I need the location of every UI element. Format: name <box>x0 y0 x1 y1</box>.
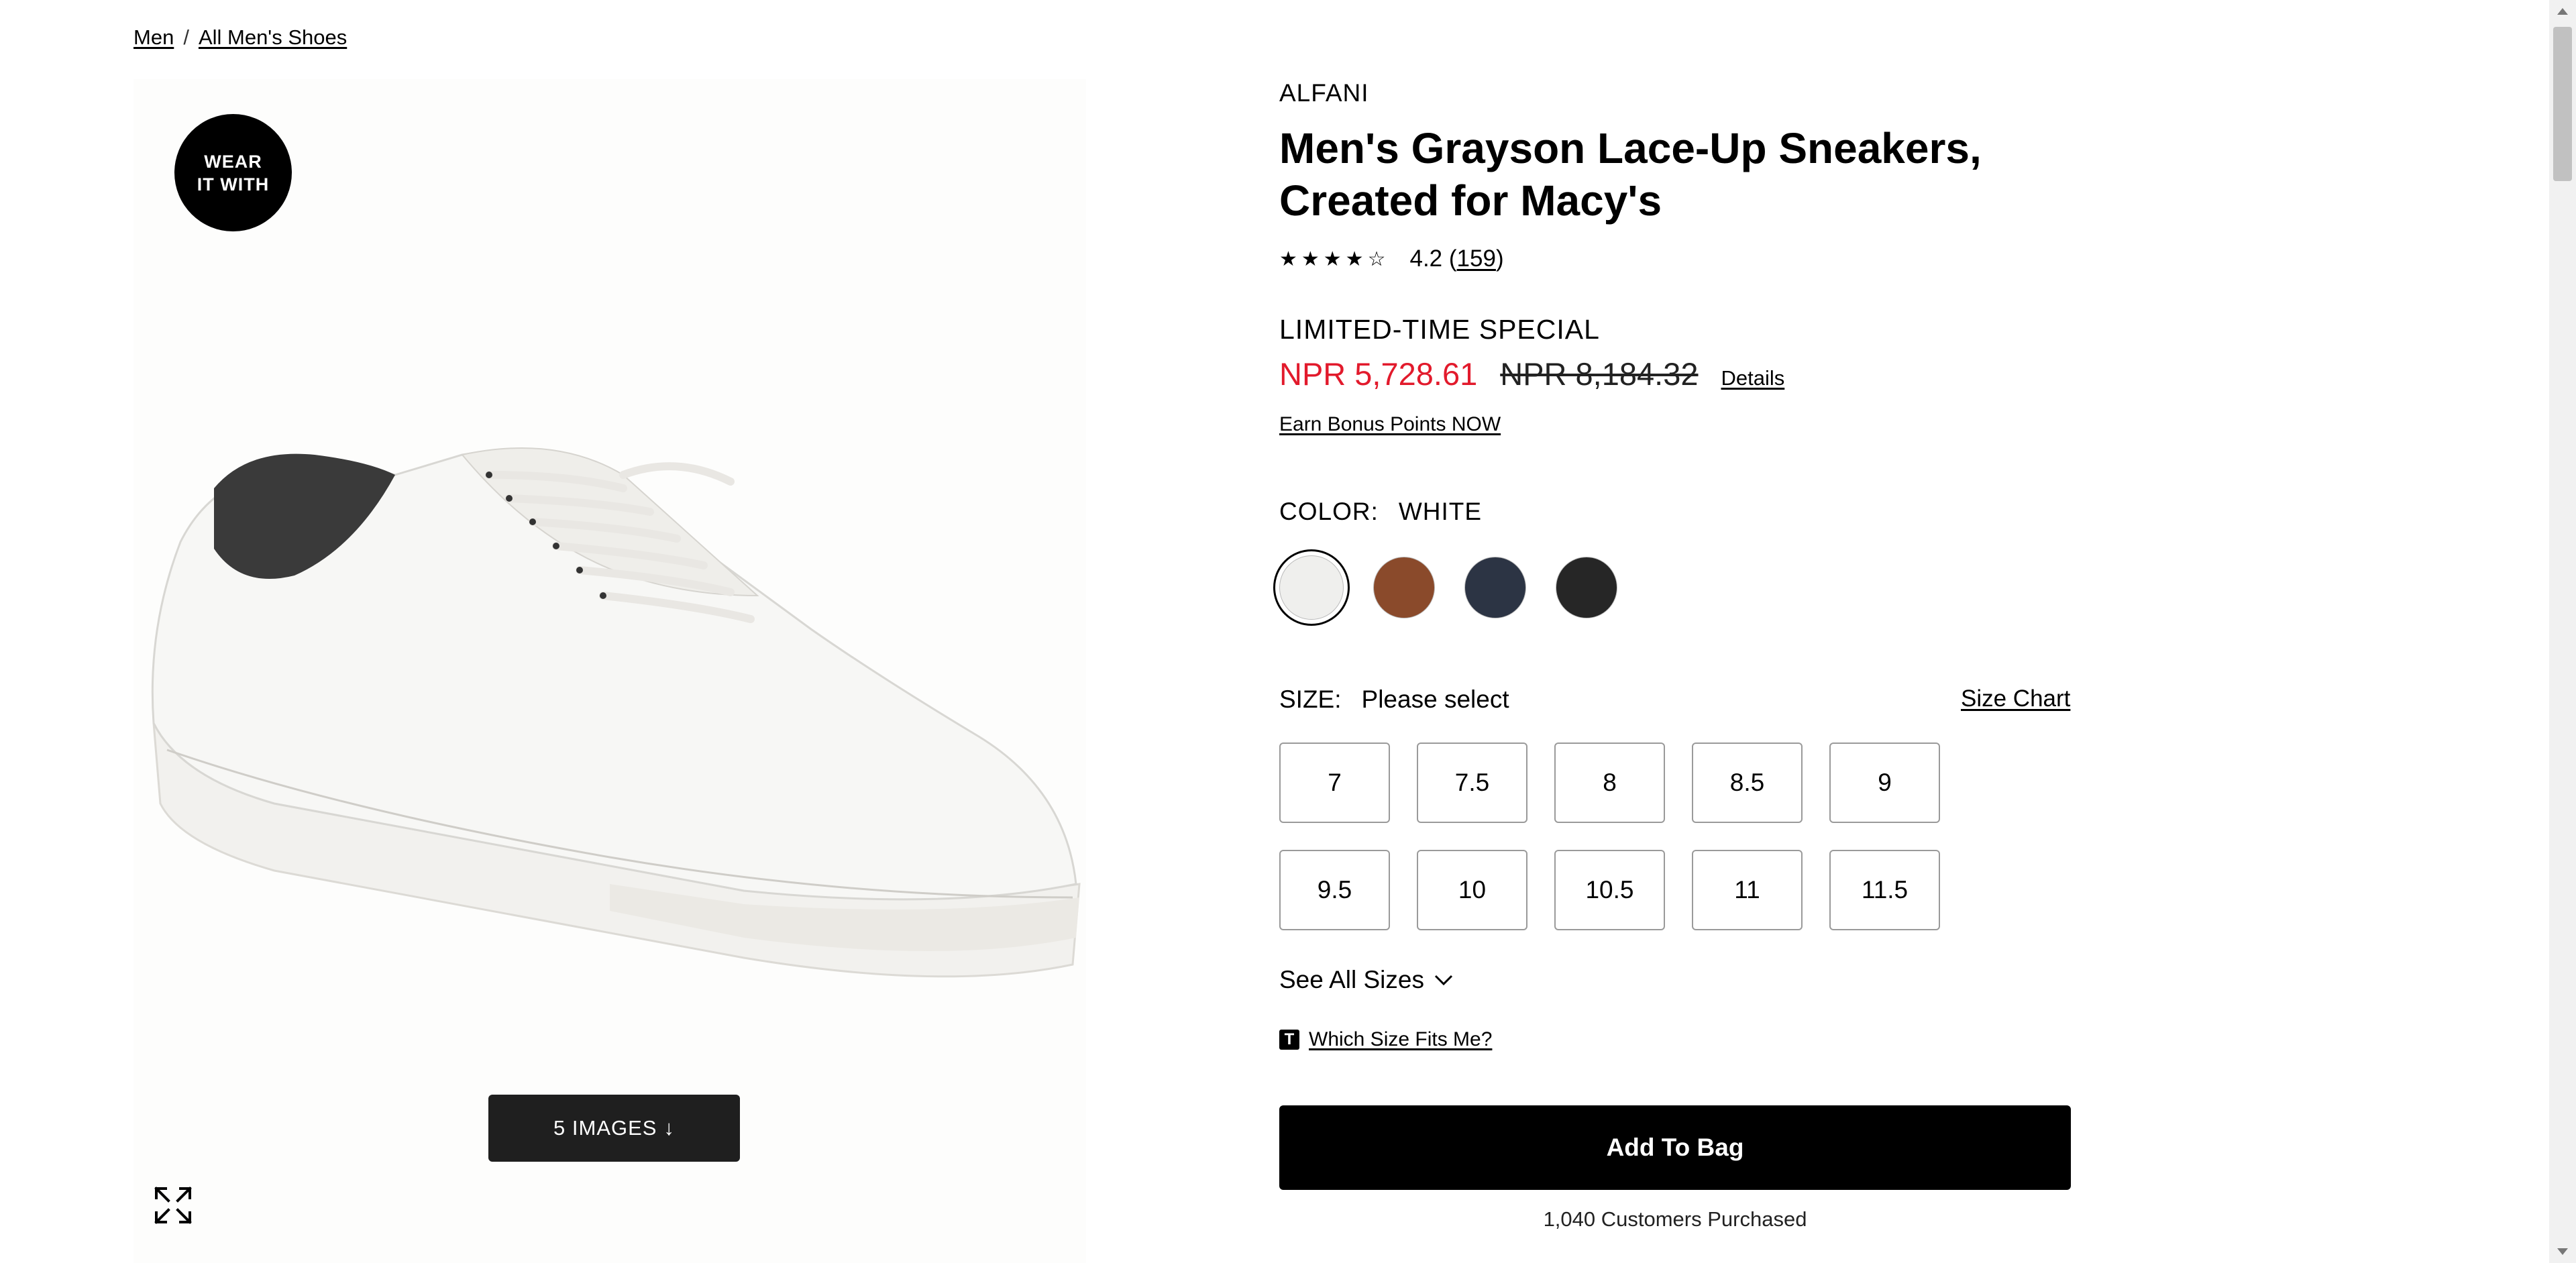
price-details-link[interactable]: Details <box>1721 366 1785 390</box>
wear-it-with-badge[interactable]: WEAR IT WITH <box>174 114 292 231</box>
size-button[interactable]: 10.5 <box>1554 850 1665 930</box>
images-button-label: 5 IMAGES <box>553 1116 657 1140</box>
swatch-navy[interactable] <box>1464 557 1526 618</box>
see-all-sizes-label: See All Sizes <box>1279 966 1424 993</box>
product-gallery: WEAR IT WITH 5 IMAGES ↓ <box>133 79 1086 1263</box>
size-label: SIZE: <box>1279 685 1342 713</box>
size-grid-row-1: 7 7.5 8 8.5 9 <box>1279 743 1940 823</box>
rating-value: 4.2 <box>1409 245 1443 272</box>
review-count-link[interactable]: 159 <box>1457 245 1496 272</box>
size-button[interactable]: 9.5 <box>1279 850 1390 930</box>
view-images-button[interactable]: 5 IMAGES ↓ <box>488 1095 740 1162</box>
size-button[interactable]: 8 <box>1554 743 1665 823</box>
sale-price: NPR 5,728.61 <box>1279 356 1478 392</box>
star-rating-icon: ★★★★☆ <box>1279 248 1390 270</box>
breadcrumb: Men / All Men's Shoes <box>133 25 347 50</box>
size-button[interactable]: 10 <box>1417 850 1527 930</box>
size-button[interactable]: 7.5 <box>1417 743 1527 823</box>
brand-name[interactable]: ALFANI <box>1279 79 1369 107</box>
arrow-down-icon: ↓ <box>663 1116 675 1140</box>
product-title: Men's Grayson Lace-Up Sneakers, Created … <box>1279 124 1982 225</box>
fit-finder: T Which Size Fits Me? <box>1279 1028 1492 1051</box>
color-selector-label: COLOR: WHITE <box>1279 498 1482 526</box>
original-price: NPR 8,184.32 <box>1500 356 1699 392</box>
size-button[interactable]: 11.5 <box>1829 850 1940 930</box>
chevron-down-icon <box>1434 975 1453 986</box>
scroll-down-icon[interactable] <box>2557 1248 2568 1255</box>
size-prompt: Please select <box>1361 685 1509 713</box>
page-scrollbar[interactable] <box>2549 0 2576 1263</box>
scroll-thumb[interactable] <box>2553 27 2572 181</box>
size-button[interactable]: 11 <box>1692 850 1803 930</box>
badge-line-2: IT WITH <box>197 174 270 195</box>
selected-color: WHITE <box>1398 498 1483 525</box>
product-image[interactable] <box>140 374 1093 1045</box>
breadcrumb-separator: / <box>183 25 189 49</box>
rating-summary[interactable]: ★★★★☆ 4.2 (159) <box>1279 245 1504 272</box>
breadcrumb-link-men[interactable]: Men <box>133 25 174 50</box>
size-button[interactable]: 7 <box>1279 743 1390 823</box>
bonus-points-link[interactable]: Earn Bonus Points NOW <box>1279 413 1501 436</box>
customers-purchased-text: 1,040 Customers Purchased <box>1543 1207 1807 1231</box>
scroll-up-icon[interactable] <box>2557 8 2568 15</box>
color-swatches <box>1273 549 1617 626</box>
color-label: COLOR: <box>1279 498 1379 525</box>
swatch-white[interactable] <box>1273 549 1350 626</box>
breadcrumb-link-all-mens-shoes[interactable]: All Men's Shoes <box>199 25 347 50</box>
size-button[interactable]: 9 <box>1829 743 1940 823</box>
promo-label: LIMITED-TIME SPECIAL <box>1279 314 1600 345</box>
swatch-brown[interactable] <box>1373 557 1435 618</box>
size-grid-row-2: 9.5 10 10.5 11 11.5 <box>1279 850 1940 930</box>
size-button[interactable]: 8.5 <box>1692 743 1803 823</box>
price-row: NPR 5,728.61 NPR 8,184.32 Details <box>1279 355 1784 392</box>
true-fit-icon: T <box>1279 1030 1299 1050</box>
expand-icon[interactable] <box>154 1186 193 1225</box>
size-chart-link[interactable]: Size Chart <box>1961 685 2070 712</box>
swatch-black[interactable] <box>1556 557 1617 618</box>
add-to-bag-button[interactable]: Add To Bag <box>1279 1105 2071 1190</box>
which-size-fits-link[interactable]: Which Size Fits Me? <box>1309 1028 1492 1051</box>
see-all-sizes-toggle[interactable]: See All Sizes <box>1279 966 1454 994</box>
rating-text: 4.2 (159) <box>1409 245 1504 272</box>
size-selector-label: SIZE: Please select <box>1279 685 1509 714</box>
badge-line-1: WEAR <box>204 151 262 172</box>
